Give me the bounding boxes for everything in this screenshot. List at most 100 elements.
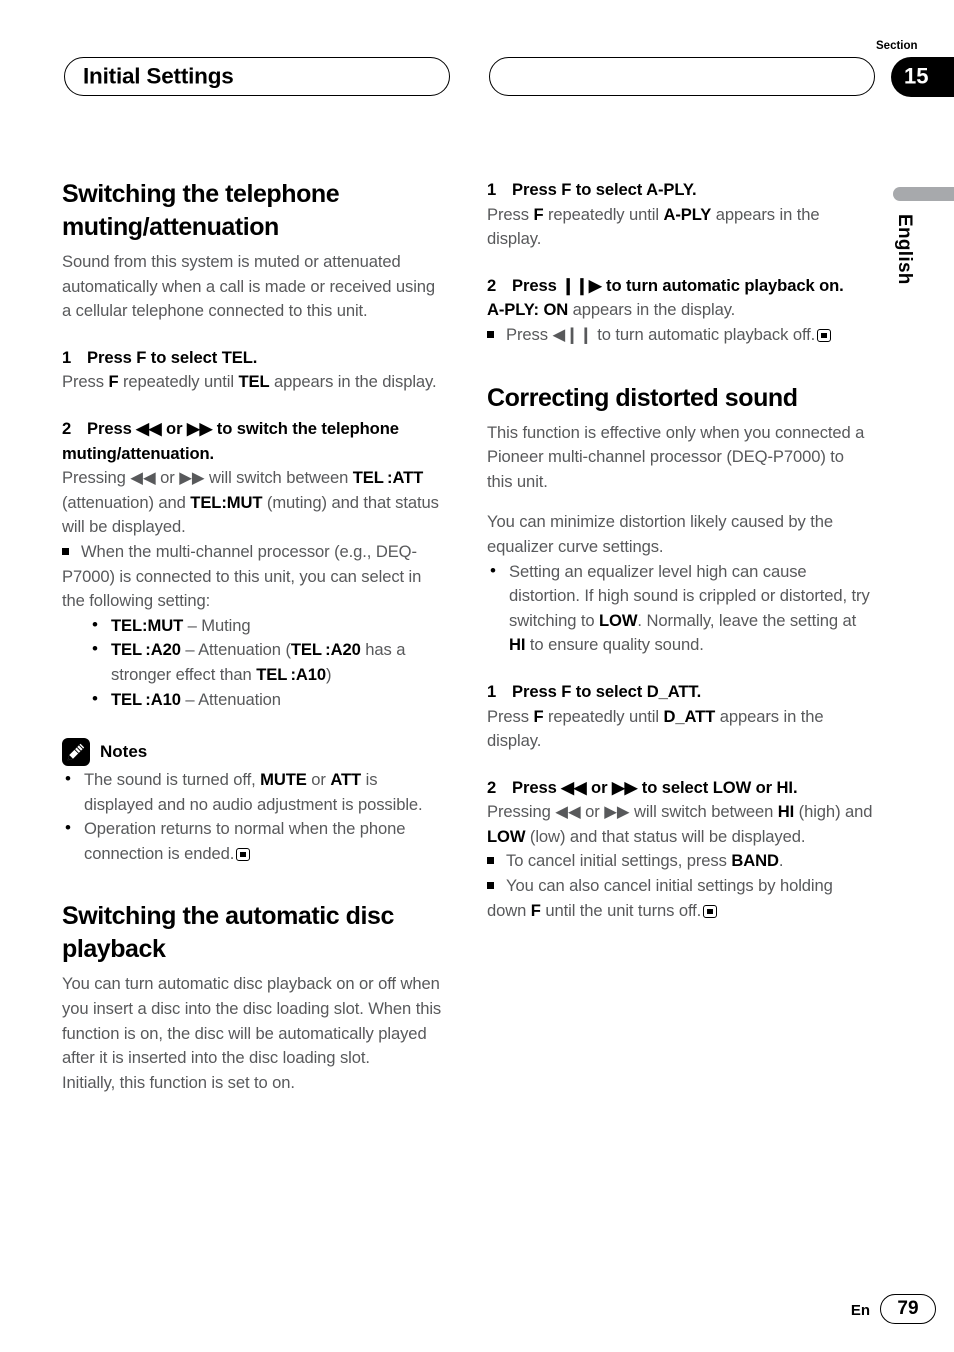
play-pause-icon: ❙❙▶ — [561, 275, 602, 295]
list-item: TEL :A10 – Attenuation — [89, 687, 448, 713]
keycap-band: BAND — [731, 851, 779, 871]
text-fragment: (attenuation) and — [62, 492, 191, 512]
step-title: to turn automatic playback on. — [601, 275, 844, 295]
list-item: The sound is turned off, MUTE or ATT is … — [62, 767, 448, 817]
language-tab-bar — [893, 187, 954, 201]
section-number-badge: 15 — [891, 57, 954, 97]
square-bullet-icon — [62, 547, 69, 555]
text-fragment: or — [306, 770, 331, 790]
section-label: Section — [876, 40, 918, 52]
heading-switching-telephone-muting: Switching the telephone muting/attenuati… — [62, 180, 340, 241]
step-number: 2 — [487, 275, 497, 295]
page-footer: En 79 — [0, 1294, 954, 1334]
step-tel-2: 2 Press ◀◀ or ▶▶ to switch the telephone … — [62, 417, 448, 712]
setting-options-list: TEL:MUT – Muting TEL :A20 – Attenuation … — [89, 613, 448, 713]
text-fragment: (high) and — [794, 802, 873, 822]
text-fragment: Press — [62, 372, 109, 392]
text-fragment: Pressing — [487, 802, 556, 822]
step-title: Press ◀◀ or ▶▶ to switch the telephone m… — [62, 418, 399, 463]
option-tel-mut: TEL:MUT — [111, 615, 184, 635]
list-item: Setting an equalizer level high can caus… — [487, 559, 873, 658]
paragraph-distorted-intro: This function is effective only when you… — [487, 422, 865, 491]
option-tel-a20: TEL :A20 — [111, 640, 181, 660]
step-title: Press F to select D_ATT. — [512, 681, 702, 701]
step-number: 1 — [487, 681, 497, 701]
note-aply-off: Press ◀❙❙ to turn automatic playback off… — [487, 323, 873, 348]
display-token-tel: TEL — [238, 372, 270, 392]
step-tel-1: 1 Press F to select TEL. Press F repeated… — [62, 346, 448, 395]
page-title: Initial Settings — [83, 62, 234, 88]
footer-language-code: En — [850, 1302, 870, 1319]
step-title: Press F to select A-PLY. — [512, 180, 697, 199]
text-fragment: – Attenuation — [180, 689, 281, 709]
header-box-left: Initial Settings — [64, 57, 450, 96]
step-number: 2 — [62, 418, 72, 438]
notes-list: The sound is turned off, MUTE or ATT is … — [62, 767, 448, 866]
text-fragment: or — [155, 468, 180, 488]
display-token-mute: MUTE — [260, 770, 307, 790]
text-fragment: – Muting — [183, 615, 251, 635]
step-tel-2-heading: 2 Press ◀◀ or ▶▶ to switch the telephone … — [62, 417, 448, 466]
keycap-f: F — [530, 900, 541, 920]
notes-title: Notes — [100, 742, 148, 762]
step-tel-1-body: Press F repeatedly until TEL appears in … — [62, 370, 448, 395]
step-number: 1 — [487, 180, 497, 199]
step-datt-1-heading: 1 Press F to select D_ATT. — [487, 680, 873, 705]
step-tel-2-body: Pressing ◀◀ or ▶▶ will switch between TE… — [62, 466, 448, 540]
rewind-icon: ◀◀ — [555, 802, 581, 822]
paragraph-auto-disc-intro: You can turn automatic disc playback on … — [62, 974, 442, 1068]
paragraph-distortion-minimize: You can minimize distortion likely cause… — [487, 512, 834, 556]
header-box-right — [489, 57, 875, 96]
text-fragment: to turn automatic playback off. — [592, 324, 816, 344]
step-aply-1-heading: 1 Press F to select A-PLY. — [487, 178, 873, 203]
step-number: 1 — [62, 347, 72, 367]
step-datt-2-body: Pressing ◀◀ or ▶▶ will switch between HI… — [487, 800, 873, 849]
text-fragment: Press — [487, 706, 534, 726]
page-number: 79 — [880, 1294, 936, 1324]
page-header: Initial Settings Section 15 — [0, 0, 954, 130]
display-token-hi: HI — [509, 635, 526, 655]
reverse-pause-icon: ◀❙❙ — [552, 324, 593, 344]
display-token-aply-on: A-PLY: ON — [487, 300, 569, 320]
keycap-f: F — [108, 372, 119, 392]
list-item: Operation returns to normal when the pho… — [62, 816, 448, 866]
step-tel-1-heading: 1 Press F to select TEL. — [62, 346, 448, 371]
display-token-aply: A-PLY — [663, 204, 712, 224]
text-fragment: . — [778, 851, 784, 871]
step-aply-2-heading: 2 Press ❙❙▶ to turn automatic playback on… — [487, 274, 873, 299]
keycap-f: F — [533, 204, 544, 224]
text-fragment: Press — [506, 324, 553, 344]
text-fragment: Press — [512, 275, 562, 295]
display-token-low: LOW — [487, 826, 526, 846]
section-number: 15 — [904, 63, 929, 89]
step-datt-2: 2 Press ◀◀ or ▶▶ to select LOW or HI. Pre… — [487, 776, 873, 924]
step-datt-1: 1 Press F to select D_ATT. Press F repeat… — [487, 680, 873, 754]
left-column: Switching the telephone muting/attenuati… — [62, 178, 448, 1095]
text-fragment: . Normally, leave the setting at — [637, 610, 857, 630]
display-token-datt: D_ATT — [663, 706, 716, 726]
fast-forward-icon: ▶▶ — [179, 468, 205, 488]
option-tel-a10-ref: TEL :A10 — [256, 664, 327, 684]
text-fragment: will switch between — [629, 802, 778, 822]
language-tab-label: English — [894, 214, 915, 285]
paragraph-telephone-intro: Sound from this system is muted or atten… — [62, 252, 436, 321]
distortion-tips-list: Setting an equalizer level high can caus… — [487, 559, 873, 658]
text-fragment: will switch between — [204, 468, 353, 488]
square-bullet-icon — [487, 857, 494, 865]
end-of-section-marker-icon — [703, 904, 718, 918]
fast-forward-icon: ▶▶ — [604, 802, 630, 822]
display-token-tel-mut: TEL:MUT — [190, 492, 263, 512]
step-aply-2: 2 Press ❙❙▶ to turn automatic playback on… — [487, 274, 873, 348]
heading-switching-automatic-disc-playback: Switching the automatic disc playback — [62, 902, 394, 964]
text-fragment: Pressing — [62, 468, 131, 488]
paragraph-auto-disc-initial: Initially, this function is set to on. — [62, 1072, 295, 1092]
square-bullet-icon — [487, 330, 494, 338]
right-column: 1 Press F to select A-PLY. Press F repeat… — [487, 178, 873, 923]
text-fragment: repeatedly until — [118, 372, 239, 392]
keycap-f: F — [533, 706, 544, 726]
note-cancel-hold-f: You can also cancel initial settings by … — [487, 874, 873, 923]
text-fragment: (low) and that status will be displayed. — [525, 826, 806, 846]
step-datt-2-heading: 2 Press ◀◀ or ▶▶ to select LOW or HI. — [487, 776, 873, 801]
note-cancel-band: To cancel initial settings, press BAND. — [487, 849, 873, 874]
option-tel-a20-ref: TEL :A20 — [290, 640, 361, 660]
